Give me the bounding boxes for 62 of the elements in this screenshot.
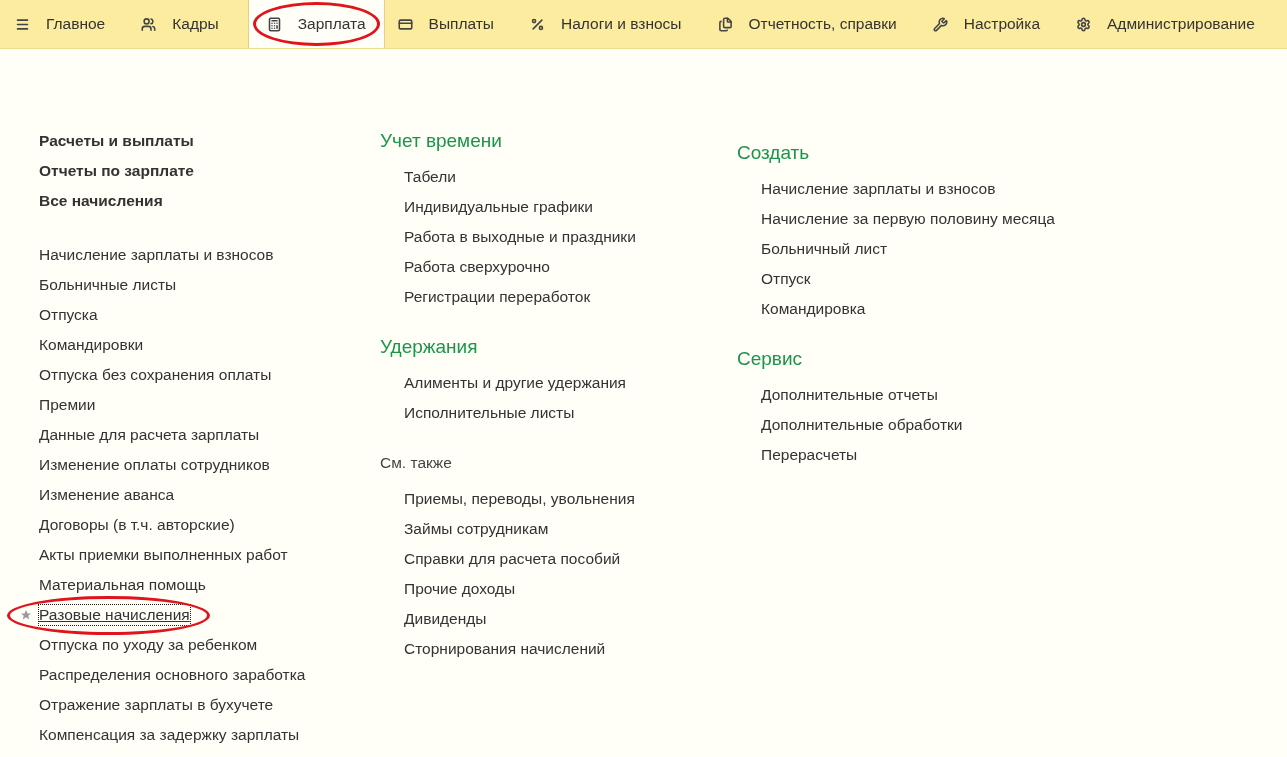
section-heading: Сервис bbox=[737, 347, 804, 371]
menu-link[interactable]: Индивидуальные графики bbox=[404, 197, 594, 217]
menu-link[interactable]: Дополнительные отчеты bbox=[761, 385, 938, 405]
menu-link[interactable]: Регистрации переработок bbox=[404, 287, 591, 307]
menu-link[interactable]: Приемы, переводы, увольнения bbox=[404, 489, 635, 509]
menu-link[interactable]: Работа сверхурочно bbox=[404, 257, 550, 277]
people-icon bbox=[141, 16, 157, 32]
menu-link[interactable]: Отпуска по уходу за ребенком bbox=[39, 635, 258, 655]
menu-link[interactable]: Начисление за первую половину месяца bbox=[761, 209, 1055, 229]
menu-link[interactable]: Отпуска bbox=[39, 305, 98, 325]
section-tab[interactable]: Главное bbox=[8, 0, 129, 48]
menu-link[interactable]: Работа в выходные и праздники bbox=[404, 227, 636, 247]
menu-link[interactable]: Алименты и другие удержания bbox=[404, 373, 626, 393]
menu-link[interactable]: Больничный лист bbox=[761, 239, 888, 259]
section-heading: Создать bbox=[737, 141, 811, 165]
menu-link[interactable]: Изменение аванса bbox=[39, 485, 175, 505]
menu-link[interactable]: Дивиденды bbox=[404, 609, 487, 629]
menu-link[interactable]: Все начисления bbox=[39, 191, 163, 211]
menu-link[interactable]: Начисление зарплаты и взносов bbox=[39, 245, 274, 265]
section-heading: См. также bbox=[380, 453, 453, 473]
menu-link[interactable]: Изменение оплаты сотрудников bbox=[39, 455, 270, 475]
menu-link[interactable]: Сторнирования начислений bbox=[404, 639, 606, 659]
percent-icon bbox=[530, 16, 545, 32]
menu-link[interactable]: Разовые начисления bbox=[39, 605, 190, 625]
menu-link[interactable]: Командировки bbox=[39, 335, 144, 355]
menu-link[interactable]: Перерасчеты bbox=[761, 445, 858, 465]
menu-link[interactable]: Займы сотрудникам bbox=[404, 519, 549, 539]
calculator-icon bbox=[266, 16, 282, 32]
documents-icon bbox=[717, 16, 733, 32]
menu-link[interactable]: Акты приемки выполненных работ bbox=[39, 545, 288, 565]
menu-link[interactable]: Отражение зарплаты в бухучете bbox=[39, 695, 274, 715]
menu-link[interactable]: Начисление зарплаты и взносов bbox=[761, 179, 996, 199]
menu-link[interactable]: Материальная помощь bbox=[39, 575, 206, 595]
section-heading: Учет времени bbox=[380, 129, 503, 153]
menu-link[interactable]: Табели bbox=[404, 167, 456, 187]
card-icon bbox=[397, 16, 413, 32]
wrench-icon bbox=[932, 16, 948, 32]
settings-icon bbox=[1076, 16, 1092, 32]
section-tab[interactable]: Администрирование bbox=[1069, 0, 1278, 48]
menu-link[interactable]: Больничные листы bbox=[39, 275, 177, 295]
menu-link[interactable]: Справки для расчета пособий bbox=[404, 549, 621, 569]
menu-link[interactable]: Премии bbox=[39, 395, 96, 415]
section-tab[interactable]: Отчетность, справки bbox=[710, 0, 920, 48]
menu-link[interactable]: Отпуск bbox=[761, 269, 811, 289]
menu-link[interactable]: Командировка bbox=[761, 299, 866, 319]
section-tab[interactable]: Зарплата bbox=[247, 0, 385, 48]
menu-link[interactable]: Исполнительные листы bbox=[404, 403, 575, 423]
menu-icon bbox=[15, 16, 30, 32]
menu-link[interactable]: Прочие доходы bbox=[404, 579, 516, 599]
menu-link[interactable]: Данные для расчета зарплаты bbox=[39, 425, 260, 445]
menu-link[interactable]: Распределения основного заработка bbox=[39, 665, 306, 685]
section-tab[interactable]: Налоги и взносы bbox=[523, 0, 705, 48]
menu-link[interactable]: Отпуска без сохранения оплаты bbox=[39, 365, 272, 385]
section-heading: Удержания bbox=[380, 335, 479, 359]
menu-link[interactable]: Расчеты и выплаты bbox=[39, 131, 194, 151]
section-tab[interactable]: Кадры bbox=[134, 0, 242, 48]
menu-link[interactable]: Компенсация за задержку зарплаты bbox=[39, 725, 300, 745]
section-tab[interactable]: Выплаты bbox=[390, 0, 517, 48]
menu-link[interactable]: Договоры (в т.ч. авторские) bbox=[39, 515, 235, 535]
menu-link[interactable]: Дополнительные обработки bbox=[761, 415, 963, 435]
section-tab[interactable]: Настройка bbox=[925, 0, 1064, 48]
menu-link[interactable]: Отчеты по зарплате bbox=[39, 161, 194, 181]
